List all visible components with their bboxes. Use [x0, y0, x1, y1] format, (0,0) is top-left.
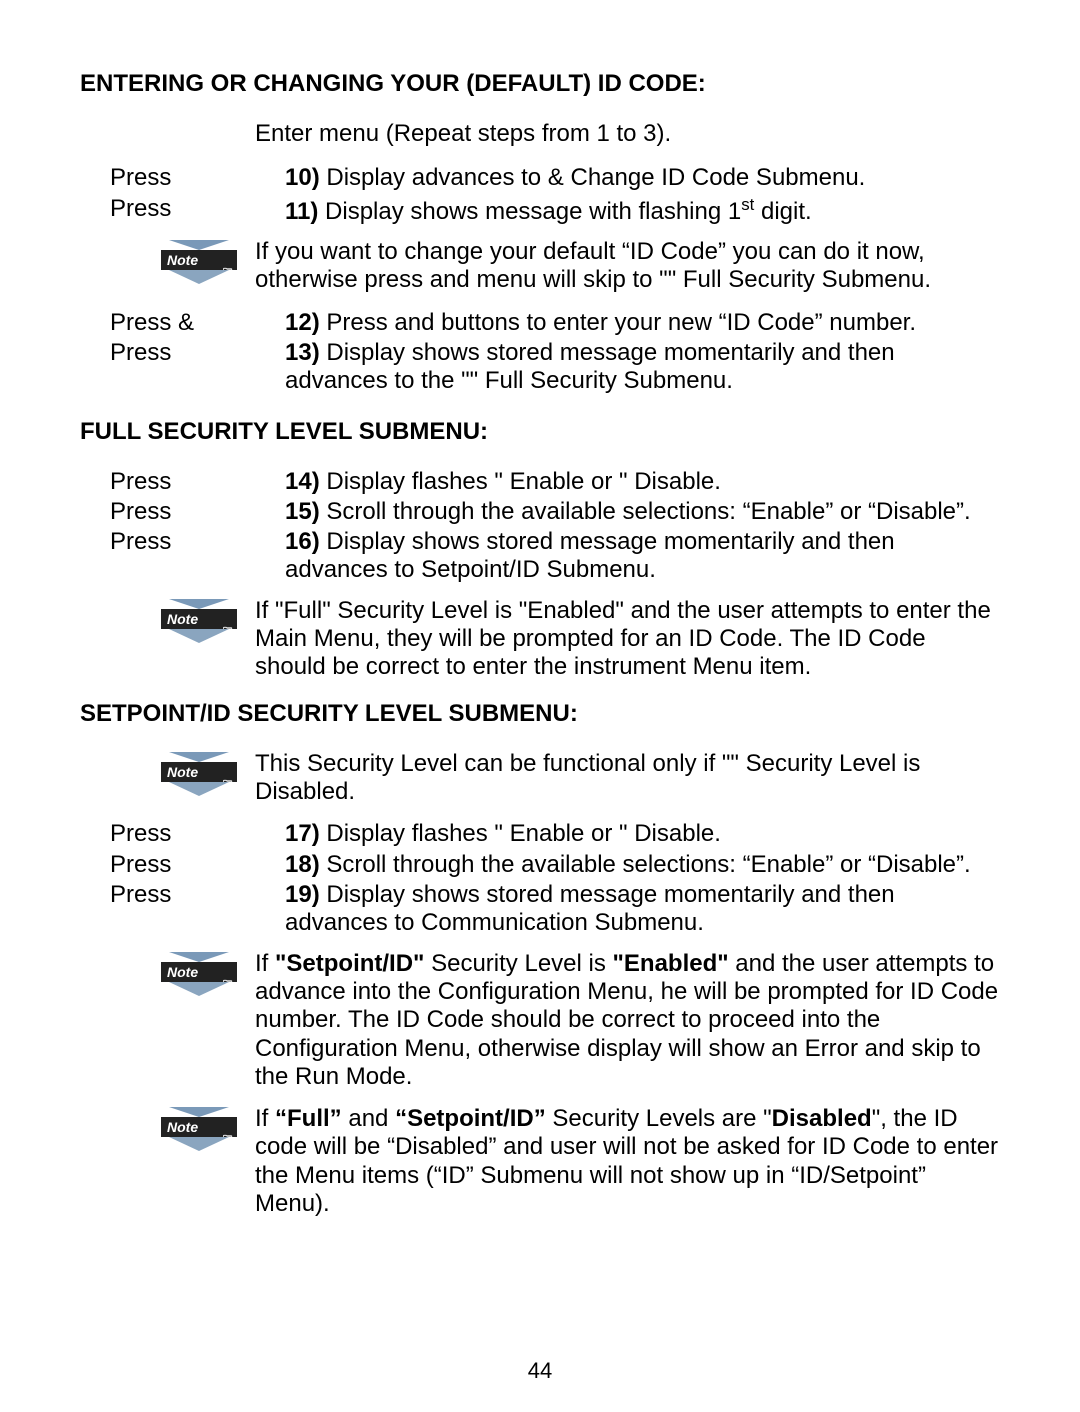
step-15-body: Scroll through the available selections:…	[326, 498, 970, 525]
step-12-left: Press &	[80, 309, 285, 337]
note-icon-label: Note	[167, 611, 198, 627]
step-11-left: Press	[80, 195, 285, 223]
step-15-left: Press	[80, 498, 285, 526]
enter-menu-row: Enter menu (Repeat steps from 1 to 3).	[80, 120, 1000, 148]
step-12-text: 12) Press and buttons to enter your new …	[285, 309, 1000, 337]
note-icon: Note☞	[161, 1107, 237, 1157]
step-14: Press 14) Display flashes " Enable or " …	[80, 468, 1000, 496]
step-19-left: Press	[80, 881, 285, 909]
step-11: Press 11) Display shows message with fla…	[80, 195, 1000, 226]
step-16-text: 16) Display shows stored message momenta…	[285, 528, 1000, 585]
step-13-num: 13)	[285, 339, 326, 366]
step-16: Press 16) Display shows stored message m…	[80, 528, 1000, 585]
step-19: Press 19) Display shows stored message m…	[80, 881, 1000, 938]
note-icon-label: Note	[167, 964, 198, 980]
step-15: Press 15) Scroll through the available s…	[80, 498, 1000, 526]
step-17-left: Press	[80, 820, 285, 848]
step-15-num: 15)	[285, 498, 326, 525]
step-14-num: 14)	[285, 468, 326, 495]
step-17: Press 17) Display flashes " Enable or " …	[80, 820, 1000, 848]
step-13: Press 13) Display shows stored message m…	[80, 339, 1000, 396]
heading-full-security: FULL SECURITY LEVEL SUBMENU:	[80, 418, 1000, 446]
note5-a: If	[255, 1105, 275, 1132]
note5-c: and	[342, 1105, 395, 1132]
note-5-row: Note☞ If “Full” and “Setpoint/ID” Securi…	[80, 1105, 1000, 1218]
note5-e: Security Levels are "	[546, 1105, 772, 1132]
note-4-row: Note☞ If "Setpoint/ID" Security Level is…	[80, 950, 1000, 1092]
step-17-body: Display flashes " Enable or " Disable.	[326, 820, 721, 847]
step-19-text: 19) Display shows stored message momenta…	[285, 881, 1000, 938]
note-5-text: If “Full” and “Setpoint/ID” Security Lev…	[255, 1105, 1000, 1218]
step-13-body: Display shows stored message momentarily…	[285, 339, 895, 394]
note-icon: Note☞	[161, 240, 237, 290]
manual-page: ENTERING OR CHANGING YOUR (DEFAULT) ID C…	[0, 0, 1080, 1412]
step-17-num: 17)	[285, 820, 326, 847]
enter-text: Enter menu (Repeat steps from 1 to 3).	[255, 120, 1000, 148]
step-18-num: 18)	[285, 851, 326, 878]
step-18-left: Press	[80, 851, 285, 879]
note5-b: “Full”	[275, 1105, 342, 1132]
step-11-body-a: Display shows message with flashing 1	[325, 198, 741, 225]
note4-a: If	[255, 950, 275, 977]
step-11-num: 11)	[285, 198, 325, 225]
note-2-text: If "Full" Security Level is "Enabled" an…	[255, 597, 1000, 682]
step-16-body: Display shows stored message momentarily…	[285, 528, 895, 583]
note-icon-label: Note	[167, 1119, 198, 1135]
note-3-row: Note☞ This Security Level can be functio…	[80, 750, 1000, 807]
step-18-text: 18) Scroll through the available selecti…	[285, 851, 1000, 879]
step-12-num: 12)	[285, 309, 326, 336]
note-icon: Note☞	[161, 952, 237, 1002]
heading-setpoint-id: SETPOINT/ID SECURITY LEVEL SUBMENU:	[80, 700, 1000, 728]
step-14-body: Display flashes " Enable or " Disable.	[326, 468, 721, 495]
note5-f: Disabled	[772, 1105, 872, 1132]
step-11-sup: st	[741, 195, 754, 214]
step-18: Press 18) Scroll through the available s…	[80, 851, 1000, 879]
note-icon: Note☞	[161, 752, 237, 802]
note-icon-label: Note	[167, 252, 198, 268]
step-16-num: 16)	[285, 528, 326, 555]
step-15-text: 15) Scroll through the available selecti…	[285, 498, 1000, 526]
step-10-left: Press	[80, 164, 285, 192]
step-12-body: Press and buttons to enter your new “ID …	[326, 309, 916, 336]
step-13-left: Press	[80, 339, 285, 367]
step-17-text: 17) Display flashes " Enable or " Disabl…	[285, 820, 1000, 848]
note-icon-label: Note	[167, 764, 198, 780]
note-1-row: Note☞ If you want to change your default…	[80, 238, 1000, 295]
step-14-text: 14) Display flashes " Enable or " Disabl…	[285, 468, 1000, 496]
step-10-num: 10)	[285, 164, 326, 191]
step-11-body-b: digit.	[754, 198, 811, 225]
note-2-row: Note☞ If "Full" Security Level is "Enabl…	[80, 597, 1000, 682]
note-1-text: If you want to change your default “ID C…	[255, 238, 1000, 295]
note4-b: "Setpoint/ID"	[275, 950, 424, 977]
step-18-body: Scroll through the available selections:…	[326, 851, 970, 878]
note4-c: Security Level is	[424, 950, 612, 977]
page-number: 44	[0, 1358, 1080, 1384]
note5-d: “Setpoint/ID”	[395, 1105, 546, 1132]
step-13-text: 13) Display shows stored message momenta…	[285, 339, 1000, 396]
note-4-text: If "Setpoint/ID" Security Level is "Enab…	[255, 950, 1000, 1092]
step-19-num: 19)	[285, 881, 326, 908]
step-10: Press 10) Display advances to & Change I…	[80, 164, 1000, 192]
step-16-left: Press	[80, 528, 285, 556]
note4-d: "Enabled"	[613, 950, 729, 977]
note-icon: Note☞	[161, 599, 237, 649]
step-14-left: Press	[80, 468, 285, 496]
step-10-body: Display advances to & Change ID Code Sub…	[326, 164, 865, 191]
step-10-text: 10) Display advances to & Change ID Code…	[285, 164, 1000, 192]
step-19-body: Display shows stored message momentarily…	[285, 881, 895, 936]
note-3-text: This Security Level can be functional on…	[255, 750, 1000, 807]
step-12: Press & 12) Press and buttons to enter y…	[80, 309, 1000, 337]
step-11-text: 11) Display shows message with flashing …	[285, 195, 1000, 226]
heading-entering-id: ENTERING OR CHANGING YOUR (DEFAULT) ID C…	[80, 70, 1000, 98]
